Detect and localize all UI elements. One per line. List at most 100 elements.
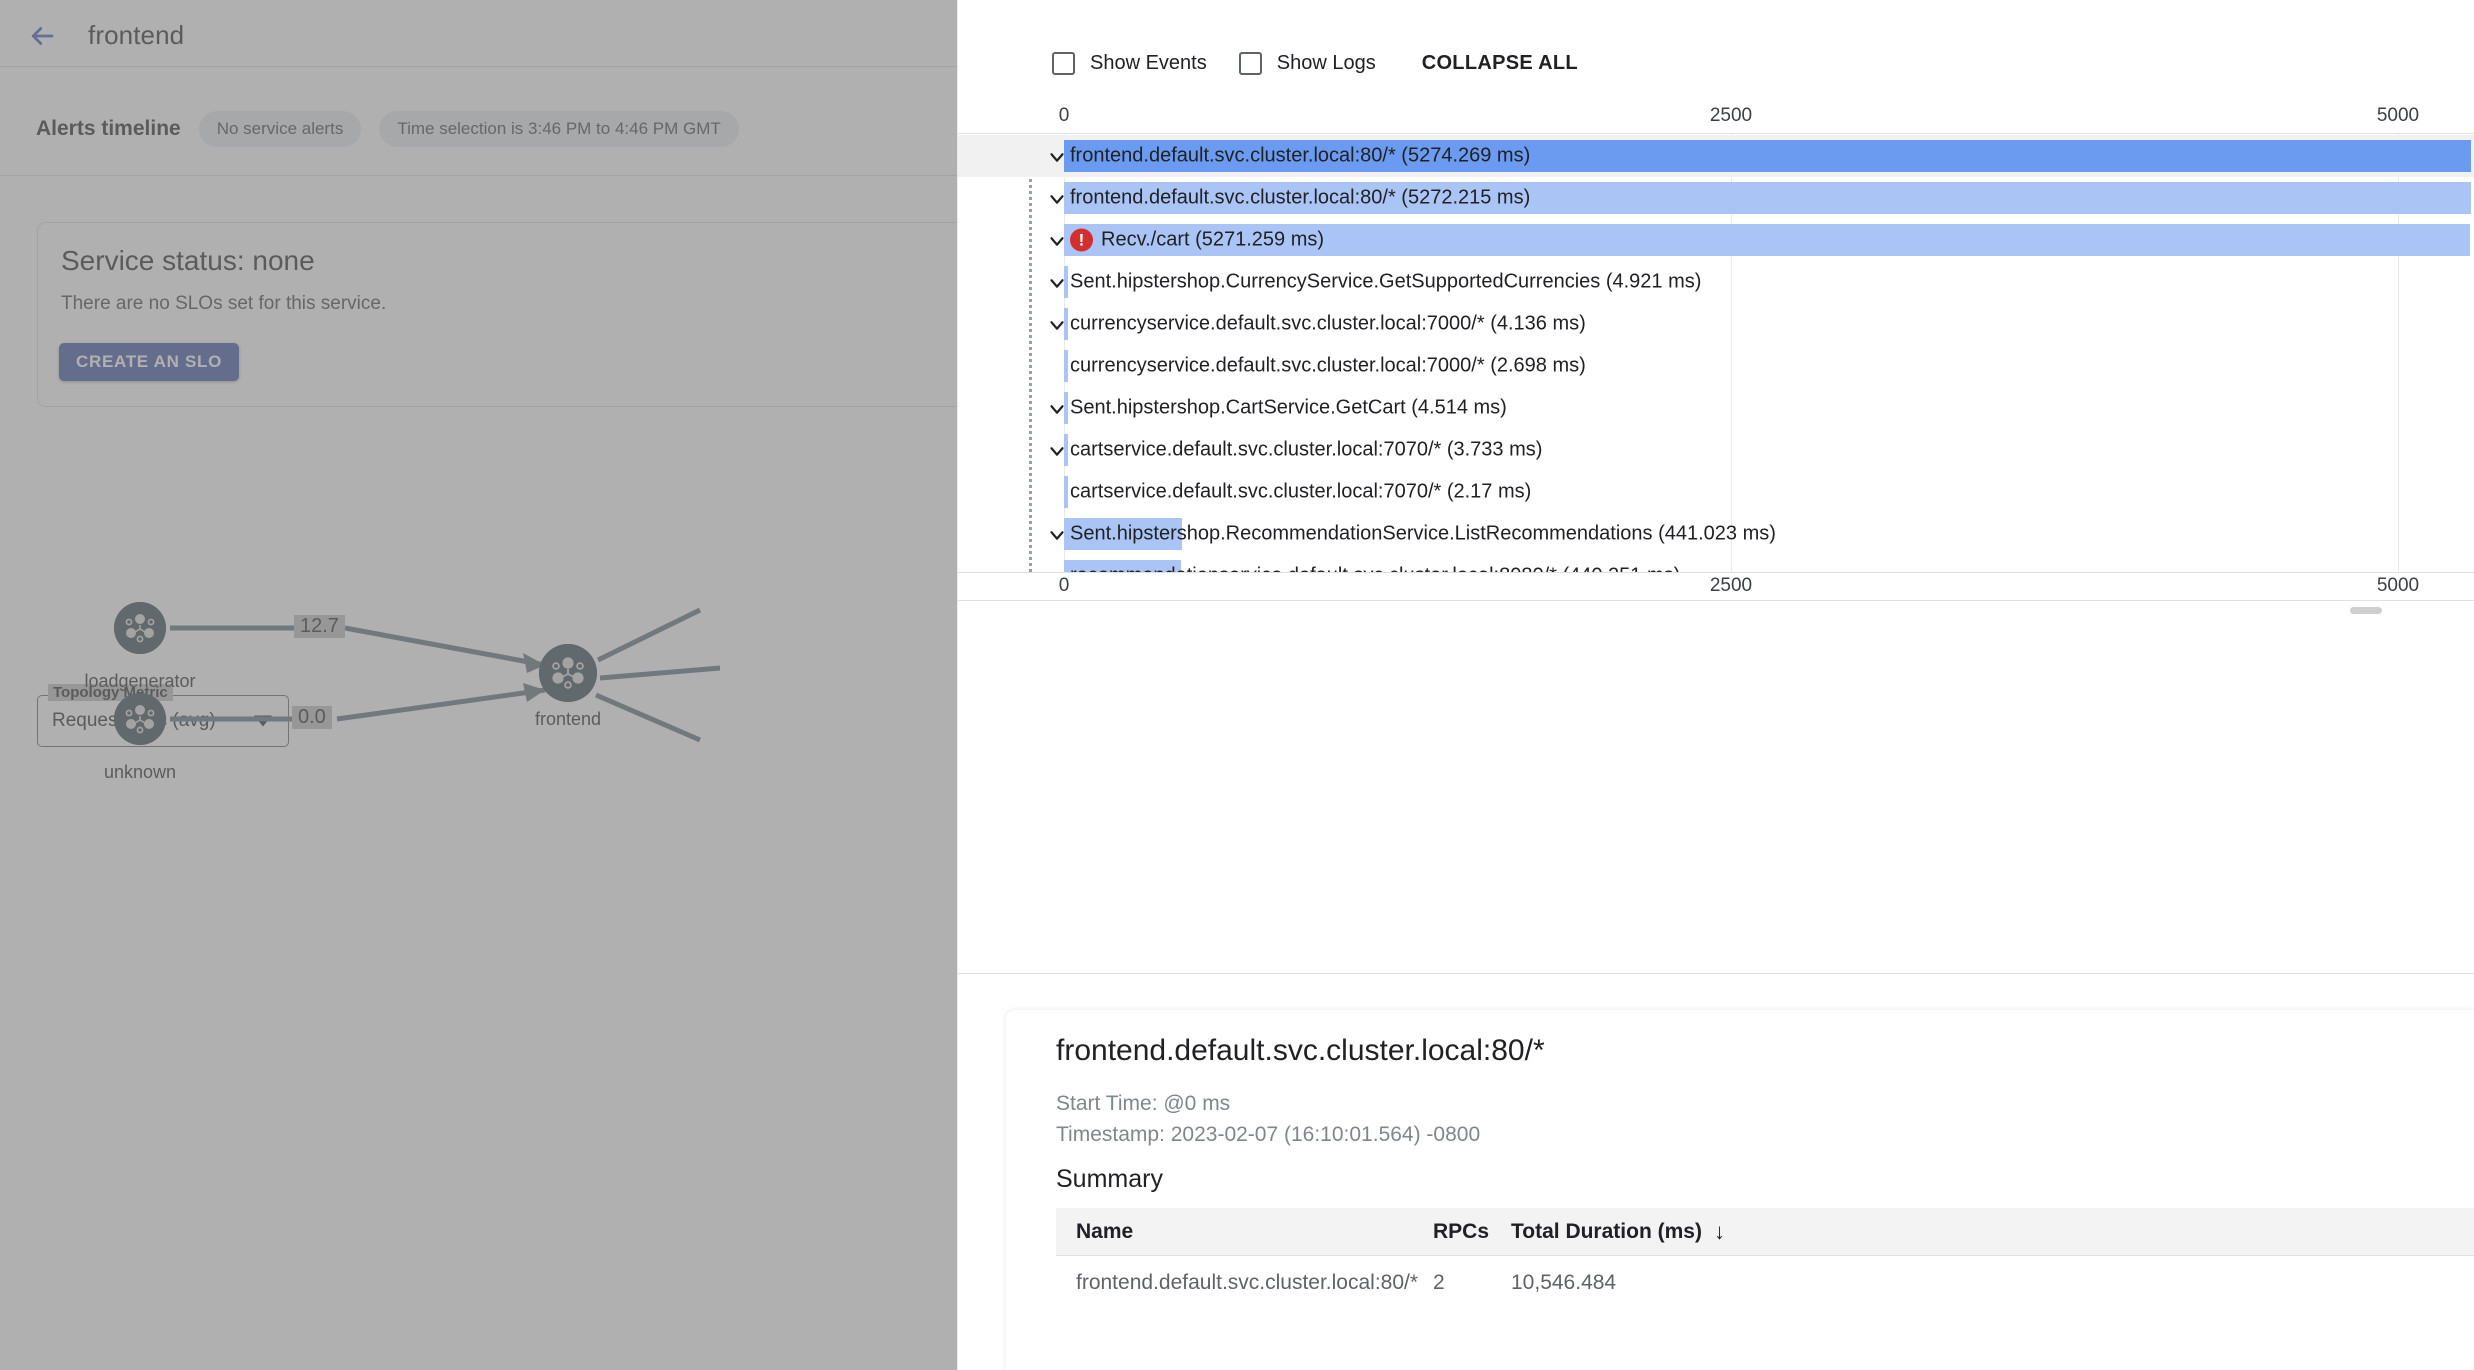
page-title: frontend (88, 20, 185, 50)
axis-tick-label: 5000 (2376, 575, 2420, 596)
summary-table: Name RPCs Total Duration (ms) ↓ frontend… (1056, 1208, 2474, 1310)
chevron-down-icon[interactable] (1046, 314, 1066, 334)
summary-heading: Summary (1056, 1165, 1163, 1193)
chevron-down-icon[interactable] (1046, 398, 1066, 418)
chevron-down-icon[interactable] (1046, 230, 1066, 250)
timeline-row[interactable]: currencyservice.default.svc.cluster.loca… (958, 345, 2474, 387)
column-header-total-duration-label: Total Duration (ms) (1511, 1219, 1702, 1243)
topology-node-frontend[interactable] (539, 644, 597, 702)
span-label-text: currencyservice.default.svc.cluster.loca… (1070, 312, 1586, 335)
span-bar[interactable] (1064, 140, 2472, 172)
service-status-subtitle: There are no SLOs set for this service. (61, 293, 387, 314)
span-bar[interactable] (1064, 182, 2471, 214)
divider (0, 175, 957, 176)
chevron-down-icon[interactable] (1046, 146, 1066, 166)
screen: frontend Alerts timeline No service aler… (0, 0, 2474, 1370)
span-label: cartservice.default.svc.cluster.local:70… (1070, 439, 1542, 462)
trace-toolbar: Show Events Show Logs COLLAPSE ALL (958, 38, 2474, 88)
arrow-down-icon: ↓ (1713, 1218, 1725, 1244)
timeline-row[interactable]: cartservice.default.svc.cluster.local:70… (958, 471, 2474, 513)
span-bar[interactable] (1064, 266, 1068, 298)
span-label-text: Sent.hipstershop.CurrencyService.GetSupp… (1070, 270, 1702, 293)
service-status-title: Service status: none (61, 245, 315, 276)
column-header-total-duration[interactable]: Total Duration (ms) ↓ (1511, 1219, 1725, 1245)
table-row[interactable]: frontend.default.svc.cluster.local:80/* … (1056, 1256, 2474, 1310)
span-start-time: Start Time: @0 ms (1056, 1092, 1231, 1115)
axis-tick-label: 5000 (2376, 105, 2420, 126)
page-topbar: frontend (0, 5, 957, 67)
show-events-label: Show Events (1090, 51, 1207, 74)
axis-tick-label: 2500 (1709, 105, 1753, 126)
cell-total-duration: 10,546.484 (1511, 1271, 1617, 1294)
create-slo-button[interactable]: CREATE AN SLO (59, 343, 240, 381)
summary-table-header: Name RPCs Total Duration (ms) ↓ (1056, 1208, 2474, 1256)
span-label-text: cartservice.default.svc.cluster.local:70… (1070, 480, 1532, 503)
chevron-down-icon[interactable] (1046, 440, 1066, 460)
timeline-row[interactable]: Sent.hipstershop.CurrencyService.GetSupp… (958, 261, 2474, 303)
timeline-row[interactable]: Sent.hipstershop.RecommendationService.L… (958, 513, 2474, 555)
axis-tick-label: 0 (1058, 575, 1070, 596)
timeline-axis-top: 0 2500 5000 (958, 105, 2474, 133)
span-bar[interactable] (1064, 560, 1182, 572)
column-header-rpcs[interactable]: RPCs (1433, 1220, 1489, 1244)
show-logs-checkbox[interactable]: Show Logs (1238, 51, 1408, 75)
span-bar[interactable] (1064, 434, 1068, 466)
chevron-down-icon[interactable] (1046, 524, 1066, 544)
service-cluster-icon (539, 644, 597, 702)
time-selection-chip: Time selection is 3:46 PM to 4:46 PM GMT (379, 111, 739, 147)
show-logs-label: Show Logs (1276, 51, 1376, 74)
panel-divider (958, 600, 2474, 601)
cell-rpcs: 2 (1433, 1271, 1445, 1294)
span-label: currencyservice.default.svc.cluster.loca… (1070, 355, 1586, 378)
no-service-alerts-chip: No service alerts (198, 111, 362, 147)
chevron-down-icon (254, 715, 272, 727)
timeline-row[interactable]: currencyservice.default.svc.cluster.loca… (958, 303, 2474, 345)
panel-resize-handle[interactable] (2350, 607, 2382, 614)
span-bar[interactable] (1064, 308, 1068, 340)
timeline-row[interactable]: recommendationservice.default.svc.cluste… (958, 555, 2474, 572)
topology-node-label-frontend: frontend (534, 709, 602, 729)
timeline-row[interactable]: frontend.default.svc.cluster.local:80/* … (958, 135, 2474, 177)
topology-node-loadgenerator[interactable] (114, 602, 166, 654)
topology-node-label-unknown: unknown (103, 762, 177, 782)
span-detail-card: frontend.default.svc.cluster.local:80/* … (1006, 1010, 2474, 1370)
topology-node-unknown[interactable] (114, 693, 166, 745)
column-header-name[interactable]: Name (1076, 1220, 1133, 1244)
span-detail-title: frontend.default.svc.cluster.local:80/* (1056, 1034, 1545, 1067)
span-label-text: Sent.hipstershop.CartService.GetCart (4.… (1070, 396, 1507, 419)
timeline-axis-bottom: 0 2500 5000 (958, 575, 2474, 603)
panel-divider (958, 973, 2474, 974)
chevron-down-icon[interactable] (1046, 272, 1066, 292)
trace-detail-panel: Show Events Show Logs COLLAPSE ALL 0 2500… (957, 0, 2474, 1370)
timeline-row[interactable]: ! Recv./cart (5271.259 ms) (958, 219, 2474, 261)
axis-rule-bottom (958, 572, 2474, 573)
trace-timeline: 0 2500 5000 frontend.default.svc.cluster.l… (958, 105, 2474, 600)
span-label: cartservice.default.svc.cluster.local:70… (1070, 481, 1531, 504)
service-cluster-icon (114, 602, 166, 654)
span-bar[interactable] (1064, 224, 2471, 256)
topology-nodes: loadgenerator unknown frontend 12.7 0.0 (0, 602, 957, 1370)
span-label: currencyservice.default.svc.cluster.loca… (1070, 313, 1586, 336)
show-events-checkbox[interactable]: Show Events (1052, 51, 1239, 75)
back-arrow-icon[interactable] (18, 12, 66, 60)
span-bar[interactable] (1064, 350, 1068, 382)
span-bar[interactable] (1064, 392, 1068, 424)
timeline-row[interactable]: cartservice.default.svc.cluster.local:70… (958, 429, 2474, 471)
topology-edge-value-loadgenerator-frontend: 12.7 (294, 615, 345, 638)
span-label: Sent.hipstershop.CurrencyService.GetSupp… (1070, 271, 1701, 294)
span-timestamp: Timestamp: 2023-02-07 (16:10:01.564) -08… (1056, 1123, 1481, 1146)
axis-tick-label: 0 (1058, 105, 1070, 126)
span-bar[interactable] (1064, 518, 1182, 550)
timeline-rows: frontend.default.svc.cluster.local:80/* … (958, 134, 2474, 572)
service-details-page: frontend Alerts timeline No service aler… (0, 0, 957, 1370)
timeline-row[interactable]: Sent.hipstershop.CartService.GetCart (4.… (958, 387, 2474, 429)
cell-name: frontend.default.svc.cluster.local:80/* (1076, 1271, 1419, 1294)
span-bar[interactable] (1064, 476, 1068, 508)
timeline-row[interactable]: frontend.default.svc.cluster.local:80/* … (958, 177, 2474, 219)
alerts-timeline-row: Alerts timeline No service alerts Time s… (0, 90, 957, 168)
span-label-text: currencyservice.default.svc.cluster.loca… (1070, 354, 1586, 377)
chevron-down-icon[interactable] (1046, 188, 1066, 208)
collapse-all-button[interactable]: COLLAPSE ALL (1422, 52, 1578, 75)
service-status-card: Service status: none There are no SLOs s… (37, 222, 957, 407)
span-label: Sent.hipstershop.CartService.GetCart (4.… (1070, 397, 1507, 420)
